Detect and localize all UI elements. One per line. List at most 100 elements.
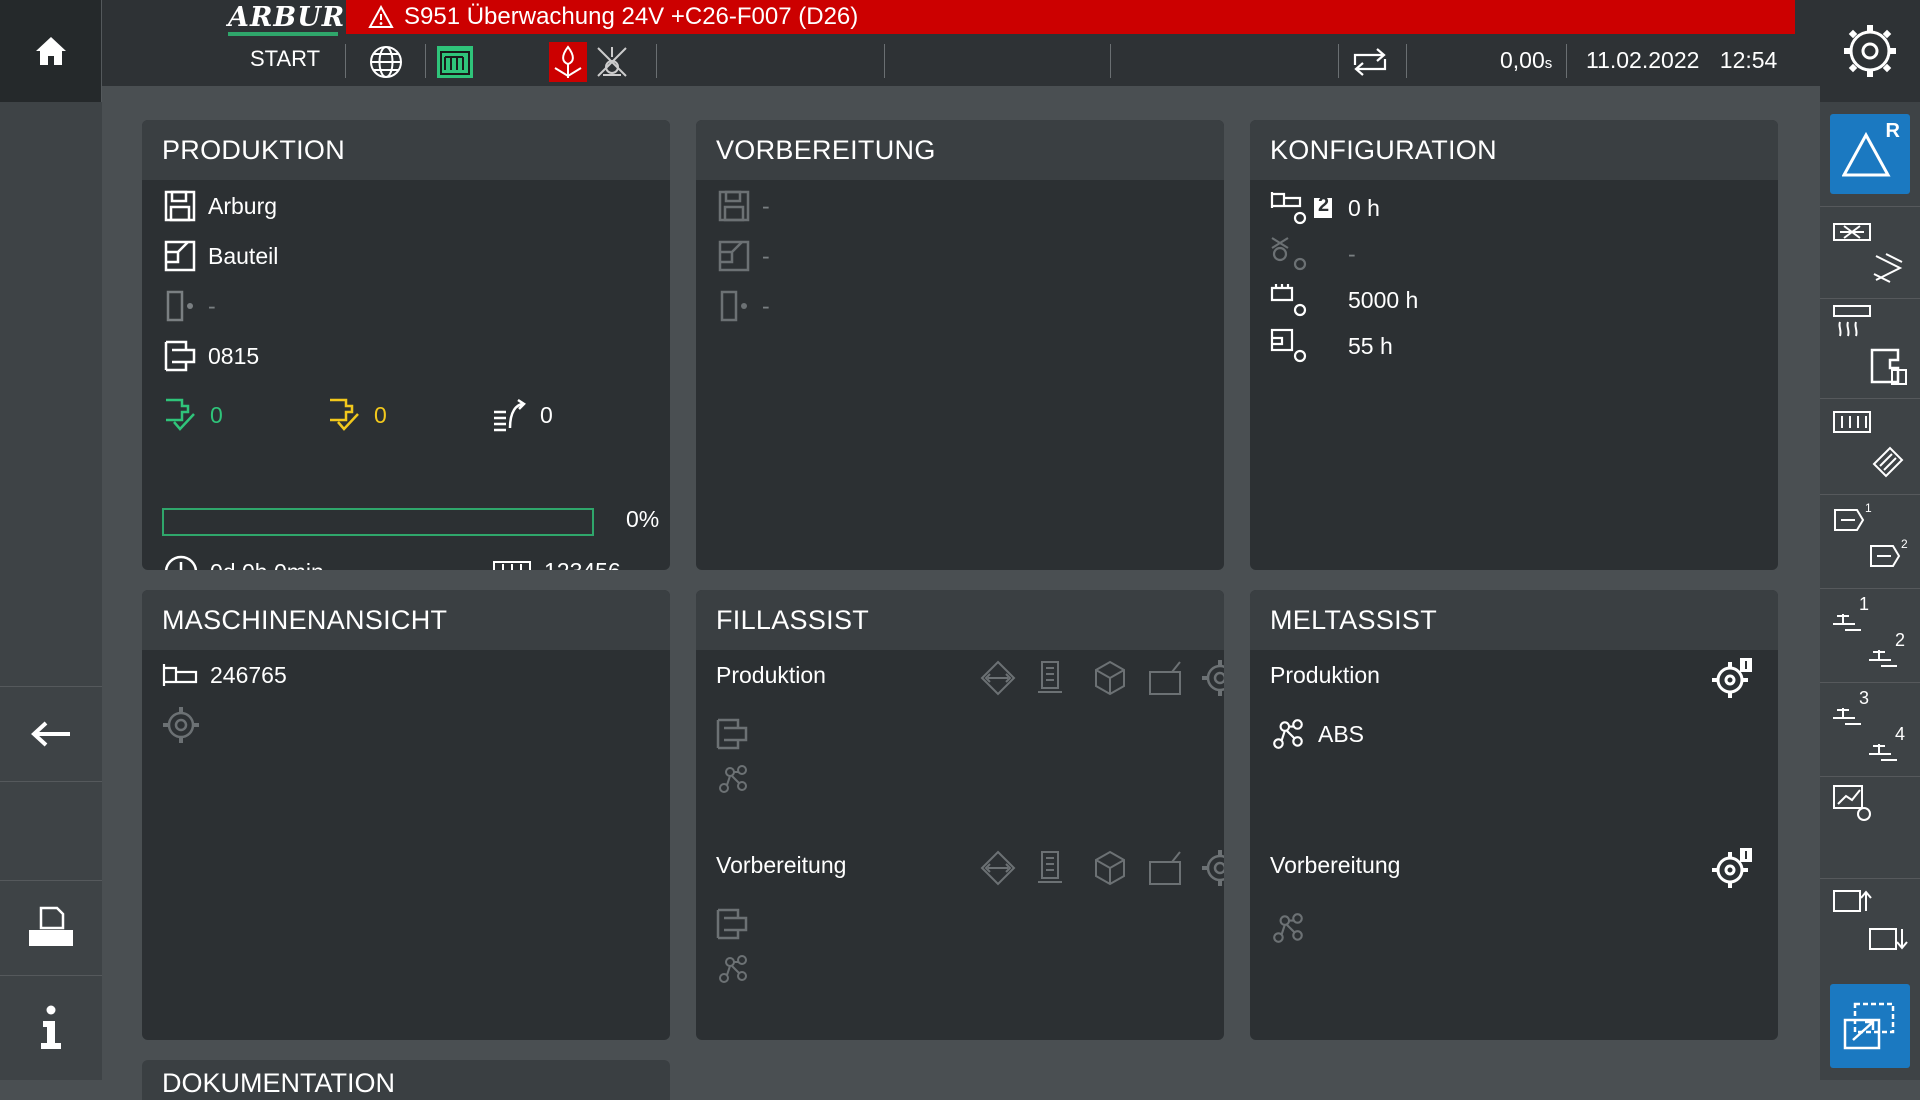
settings-button[interactable] bbox=[1820, 0, 1920, 102]
preparation-title: VORBEREITUNG bbox=[696, 120, 1224, 180]
meltassist-preparation-label: Vorbereitung bbox=[1270, 852, 1401, 878]
mold-service-icon bbox=[1270, 326, 1336, 366]
separator bbox=[1566, 44, 1567, 78]
cycle-icon bbox=[1351, 47, 1389, 77]
date: 11.02.2022 bbox=[1586, 47, 1700, 73]
ejector-function-button[interactable] bbox=[1866, 248, 1910, 288]
meltassist-material: ABS bbox=[1318, 720, 1365, 747]
core-pull-icon: 3 bbox=[1831, 688, 1873, 728]
home-icon bbox=[34, 35, 68, 67]
transfer-icon bbox=[976, 658, 1020, 698]
meltassist-panel[interactable]: MELTASSIST Produktion ABS Vorbereitung bbox=[1250, 590, 1778, 1040]
machine-status-button[interactable] bbox=[435, 42, 475, 82]
top-bar: ARBURG START S951 Überwachung 24V +C26-F… bbox=[102, 0, 1820, 86]
right-function-rail: R 1 2 1 2 3 4 bbox=[1820, 102, 1920, 1080]
documentation-panel[interactable]: DOKUMENTATION bbox=[142, 1060, 670, 1100]
sorting-icon bbox=[492, 398, 528, 432]
order-icon bbox=[716, 718, 748, 750]
core-pull-icon: 1 bbox=[1831, 594, 1873, 634]
injection-unit-2-button[interactable]: 2 bbox=[1866, 536, 1910, 576]
production-panel[interactable]: PRODUKTION Arburg Bauteil - 0815 0 0 0 0… bbox=[142, 120, 670, 570]
machine-status-icon bbox=[436, 45, 474, 79]
dataset-name: Arburg bbox=[208, 192, 278, 219]
separator bbox=[1820, 494, 1920, 495]
ejector-icon bbox=[1870, 250, 1906, 286]
order-number: 0815 bbox=[208, 342, 260, 369]
prep-dataset-row: - bbox=[718, 190, 770, 222]
mold-function-button[interactable] bbox=[1866, 346, 1910, 386]
core-pull-4-button[interactable]: 4 bbox=[1866, 724, 1910, 764]
separator bbox=[1820, 588, 1920, 589]
alarm-banner[interactable]: S951 Überwachung 24V +C26-F007 (D26) bbox=[346, 0, 1795, 34]
nozzle-function-button[interactable] bbox=[1866, 442, 1910, 482]
separator bbox=[1406, 44, 1407, 78]
print-button[interactable] bbox=[0, 880, 102, 976]
robot-button[interactable]: R bbox=[1830, 114, 1910, 194]
preparation-panel[interactable]: VORBEREITUNG - - - bbox=[696, 120, 1224, 570]
chart-info-icon bbox=[1832, 782, 1872, 822]
machine-settings-row bbox=[162, 706, 212, 744]
fillassist-panel[interactable]: FILLASSIST Produktion Vorbereitung bbox=[696, 590, 1224, 1040]
unit-number-3: 3 bbox=[1859, 688, 1869, 708]
separator bbox=[345, 44, 346, 78]
clamp-function-button[interactable] bbox=[1830, 212, 1874, 252]
config-row-2: - bbox=[1270, 234, 1356, 274]
heating-function-button[interactable] bbox=[1830, 302, 1874, 342]
fillassist-preparation-icons bbox=[976, 848, 1224, 888]
separator bbox=[1820, 682, 1920, 683]
injection-unit-icon: 1 bbox=[1831, 500, 1873, 540]
counter-icon bbox=[1832, 410, 1872, 434]
core-pull-2-button[interactable]: 2 bbox=[1866, 630, 1910, 670]
back-button[interactable] bbox=[0, 686, 102, 782]
fillassist-title: FILLASSIST bbox=[696, 590, 1224, 650]
globe-icon bbox=[368, 44, 404, 80]
counter-value: 123456 bbox=[544, 558, 621, 570]
unit-number-1: 1 bbox=[1859, 594, 1869, 614]
arrow-left-icon bbox=[30, 721, 72, 747]
screen-import-button[interactable] bbox=[1866, 922, 1910, 962]
transfer-icon bbox=[976, 848, 1020, 888]
unit-number-2: 2 bbox=[1895, 630, 1905, 650]
injection-unit-1-button[interactable]: 1 bbox=[1830, 500, 1874, 540]
cycle-button[interactable] bbox=[1350, 42, 1390, 82]
screen-import-icon bbox=[1868, 925, 1908, 959]
screen-view-button[interactable] bbox=[1830, 984, 1910, 1068]
heating-alarm-button[interactable] bbox=[548, 42, 588, 82]
machine-view-title: MASCHINENANSICHT bbox=[142, 590, 670, 650]
separator bbox=[1820, 398, 1920, 399]
counter: 123456 bbox=[492, 558, 621, 570]
part-row: Bauteil bbox=[164, 240, 278, 272]
configuration-panel[interactable]: KONFIGURATION 2 0 h - 5000 h 55 h bbox=[1250, 120, 1778, 570]
robot-status-button[interactable] bbox=[592, 42, 632, 82]
monitoring-button[interactable] bbox=[1830, 782, 1874, 822]
meltassist-preparation-settings[interactable] bbox=[1710, 846, 1766, 888]
nozzle-icon bbox=[1870, 444, 1906, 480]
machine-icon bbox=[162, 660, 198, 690]
time: 12:54 bbox=[1719, 47, 1778, 73]
good-parts: 0 bbox=[164, 398, 223, 432]
core-pull-3-button[interactable]: 3 bbox=[1830, 688, 1874, 728]
cycle-time-unit: s bbox=[1544, 55, 1553, 72]
info-button[interactable] bbox=[0, 976, 102, 1080]
counter-function-button[interactable] bbox=[1830, 402, 1874, 442]
cube-icon bbox=[1088, 658, 1132, 698]
mold-open-icon bbox=[1144, 658, 1188, 698]
gear-icon bbox=[1200, 658, 1224, 698]
left-navigation-rail bbox=[0, 0, 102, 1080]
language-button[interactable] bbox=[366, 42, 406, 82]
home-button[interactable] bbox=[0, 0, 102, 102]
core-pull-icon: 2 bbox=[1867, 630, 1909, 670]
machine-view-panel[interactable]: MASCHINENANSICHT 246765 bbox=[142, 590, 670, 1040]
screen-export-button[interactable] bbox=[1830, 884, 1874, 924]
mold-icon bbox=[1868, 346, 1908, 386]
production-title: PRODUKTION bbox=[142, 120, 670, 180]
meltassist-production-settings[interactable] bbox=[1710, 656, 1766, 698]
separator bbox=[425, 44, 426, 78]
core-pull-1-button[interactable]: 1 bbox=[1830, 594, 1874, 634]
robot-service-icon bbox=[1270, 234, 1336, 274]
gear-icon bbox=[162, 706, 200, 744]
extra-number-1: 1 bbox=[1865, 501, 1872, 515]
start-label: START bbox=[250, 46, 321, 71]
fillassist-prod-part bbox=[716, 718, 760, 750]
meltassist-title: MELTASSIST bbox=[1250, 590, 1778, 650]
